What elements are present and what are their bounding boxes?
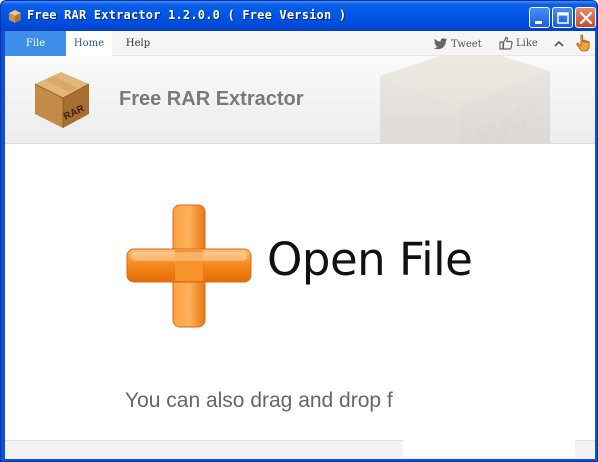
app-window: Free RAR Extractor 1.2.0.0 ( Free Versio… (0, 0, 598, 462)
tweet-label: Tweet (451, 38, 482, 50)
like-button[interactable]: Like (499, 36, 538, 50)
rar-box-icon (9, 10, 21, 23)
tab-help[interactable]: Help (115, 31, 161, 56)
client-area: File Home Help Tweet Like RAR RAR Free R… (5, 31, 595, 459)
open-file-label[interactable]: Open File (267, 233, 473, 286)
pointing-hand-icon[interactable] (575, 34, 591, 52)
menu-bar: File Home Help Tweet Like (5, 31, 595, 56)
app-logo-icon: RAR (34, 72, 90, 128)
drag-drop-hint: You can also drag and drop f (125, 389, 393, 412)
menu-file[interactable]: File (5, 31, 66, 56)
tweet-button[interactable]: Tweet (433, 37, 482, 51)
minimize-icon (535, 21, 542, 24)
title-bar[interactable]: Free RAR Extractor 1.2.0.0 ( Free Versio… (1, 1, 597, 31)
plus-icon[interactable] (125, 203, 253, 329)
maximize-button[interactable] (552, 7, 573, 28)
tab-home[interactable]: Home (66, 31, 112, 56)
app-title: Free RAR Extractor (119, 88, 304, 110)
maximize-icon (557, 12, 569, 24)
twitter-bird-icon (433, 38, 448, 50)
minimize-button[interactable] (529, 7, 550, 28)
chevron-up-icon[interactable] (553, 38, 565, 50)
thumbs-up-icon (499, 36, 513, 50)
close-icon (579, 11, 593, 25)
open-file-area[interactable]: Open File You can also drag and drop f (5, 145, 595, 459)
window-title: Free RAR Extractor 1.2.0.0 ( Free Versio… (27, 8, 347, 22)
close-button[interactable] (575, 7, 596, 28)
like-label: Like (516, 37, 538, 49)
watermark-box-icon: RAR (380, 56, 550, 143)
blank-area (403, 417, 575, 457)
app-header: RAR RAR Free RAR Extractor (5, 56, 595, 144)
